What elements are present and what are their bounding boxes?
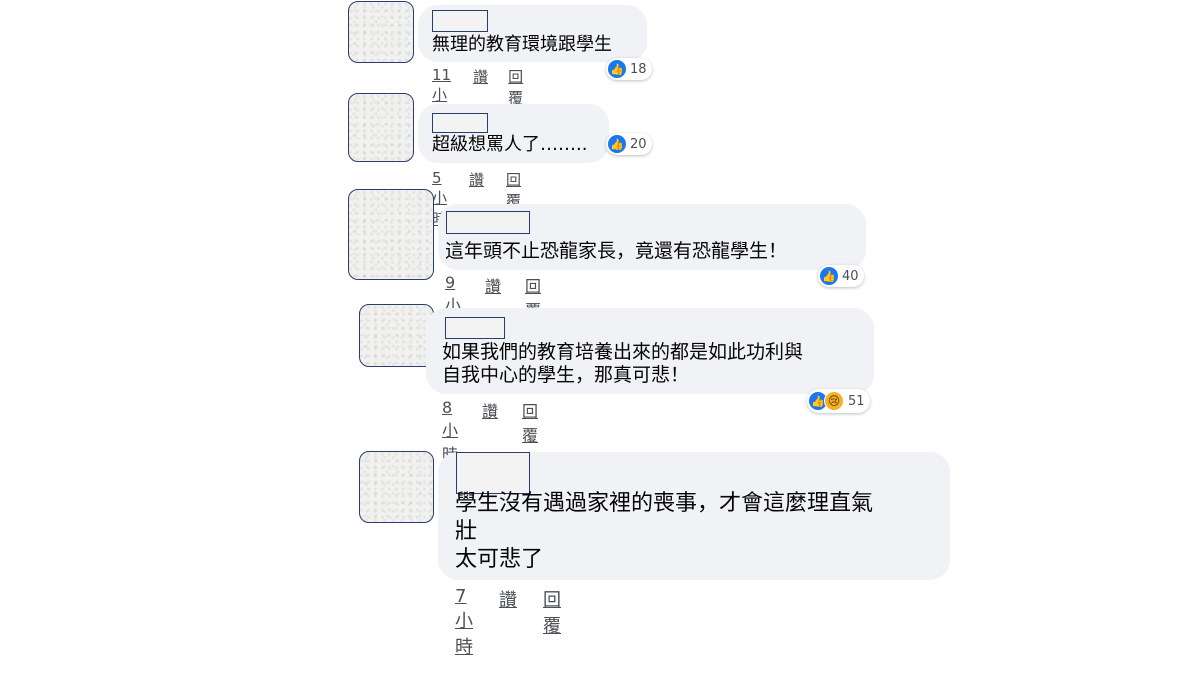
reply-button[interactable]: 回覆 [543, 586, 561, 659]
comment-text: 無理的教育環境跟學生 [432, 34, 612, 55]
comment-bubble: 學生沒有遇過家裡的喪事，才會這麼理直氣 壯 太可悲了 [438, 452, 950, 580]
avatar[interactable] [348, 189, 434, 280]
comment-actions: 7小時 讚 回覆 [455, 586, 561, 659]
like-icon: 👍 [608, 60, 626, 78]
comment-bubble: 這年頭不止恐龍家長，竟還有恐龍學生！ [438, 204, 866, 270]
comment-bubble: 超級想罵人了…….. [418, 104, 609, 163]
comment-bubble: 無理的教育環境跟學生 [418, 5, 647, 62]
reaction-count: 40 [842, 268, 859, 284]
comment-text-line-3: 太可悲了 [455, 547, 544, 572]
sad-icon: 😢 [824, 391, 844, 411]
avatar[interactable] [359, 304, 434, 367]
comment-text-line-2: 自我中心的學生，那真可悲！ [442, 364, 690, 386]
comment-text: 這年頭不止恐龍家長，竟還有恐龍學生！ [445, 240, 788, 262]
comment-text-line-1: 學生沒有遇過家裡的喪事，才會這麼理直氣 [455, 491, 874, 516]
avatar[interactable] [348, 1, 414, 63]
avatar[interactable] [359, 451, 434, 523]
author-name-redacted[interactable] [446, 211, 530, 234]
author-name-redacted[interactable] [445, 317, 505, 339]
like-icon: 👍 [820, 267, 838, 285]
author-name-redacted[interactable] [432, 113, 488, 133]
comment-text: 超級想罵人了…….. [432, 134, 588, 155]
reaction-summary[interactable]: 👍 20 [606, 133, 652, 155]
comment-text-line-2: 壯 [455, 519, 478, 544]
reaction-summary[interactable]: 👍 40 [818, 265, 864, 287]
author-name-redacted[interactable] [432, 10, 488, 32]
reaction-count: 18 [630, 61, 647, 77]
like-icon: 👍 [608, 135, 626, 153]
comment-bubble: 如果我們的教育培養出來的都是如此功利與 自我中心的學生，那真可悲！ [426, 308, 874, 394]
timestamp-link[interactable]: 7小時 [455, 586, 473, 659]
reaction-summary[interactable]: 👍 😢 51 [807, 389, 870, 413]
reaction-summary[interactable]: 👍 18 [606, 58, 652, 80]
author-name-redacted[interactable] [456, 452, 530, 494]
reaction-count: 20 [630, 136, 647, 152]
comment-text-line-1: 如果我們的教育培養出來的都是如此功利與 [442, 341, 804, 363]
avatar[interactable] [348, 93, 414, 162]
like-button[interactable]: 讚 [499, 586, 517, 659]
reaction-count: 51 [848, 393, 865, 409]
